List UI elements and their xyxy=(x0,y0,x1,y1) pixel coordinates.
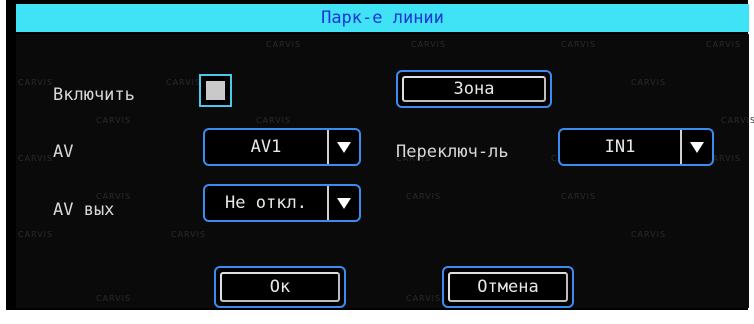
av-out-select[interactable]: Не откл. xyxy=(203,184,361,222)
dropdown-arrow-icon[interactable] xyxy=(327,186,359,220)
watermark: CARVIS xyxy=(96,294,132,303)
checkbox-fill xyxy=(206,81,225,100)
dialog-titlebar: Парк-е линии xyxy=(16,4,749,32)
ok-button-label: Ок xyxy=(269,277,291,297)
watermark: CARVIS xyxy=(561,192,597,201)
watermark: CARVIS xyxy=(706,40,742,49)
enable-label: Включить xyxy=(53,85,135,105)
watermark: CARVIS xyxy=(411,40,447,49)
watermark: CARVIS xyxy=(266,40,302,49)
watermark: CARVIS xyxy=(631,230,667,239)
watermark: CARVIS xyxy=(406,192,442,201)
watermark: CARVIS xyxy=(721,116,754,125)
av-out-label: AV вых xyxy=(53,200,115,220)
av-out-select-value: Не откл. xyxy=(225,193,307,213)
zone-button-label: Зона xyxy=(453,79,495,99)
dropdown-arrow-icon[interactable] xyxy=(327,130,359,164)
dialog-title: Парк-е линии xyxy=(321,8,444,28)
parking-lines-dialog: Парк-е линии CARVIS CARVIS CARVIS CARVIS… xyxy=(0,0,754,324)
switch-select-value: IN1 xyxy=(604,137,636,157)
watermark: CARVIS xyxy=(18,154,54,163)
ok-button[interactable]: Ок xyxy=(214,266,346,308)
cancel-button-label: Отмена xyxy=(477,277,539,297)
enable-checkbox[interactable] xyxy=(199,74,232,107)
watermark: CARVIS xyxy=(406,294,442,303)
watermark: CARVIS xyxy=(631,78,667,87)
av-select[interactable]: AV1 xyxy=(203,128,361,166)
watermark: CARVIS xyxy=(18,78,54,87)
watermark: CARVIS xyxy=(166,78,202,87)
watermark: CARVIS xyxy=(171,230,207,239)
switch-select[interactable]: IN1 xyxy=(558,128,714,166)
switch-label: Переключ-ль xyxy=(396,142,509,162)
av-label: AV xyxy=(53,142,74,162)
watermark: CARVIS xyxy=(256,116,292,125)
watermark: CARVIS xyxy=(561,40,597,49)
watermark: CARVIS xyxy=(96,116,132,125)
cancel-button[interactable]: Отмена xyxy=(442,266,574,308)
zone-button[interactable]: Зона xyxy=(396,70,552,108)
av-select-value: AV1 xyxy=(250,137,282,157)
dropdown-arrow-icon[interactable] xyxy=(680,130,712,164)
dialog-body: CARVIS CARVIS CARVIS CARVIS CARVIS CARVI… xyxy=(16,34,754,308)
watermark: CARVIS xyxy=(18,230,54,239)
